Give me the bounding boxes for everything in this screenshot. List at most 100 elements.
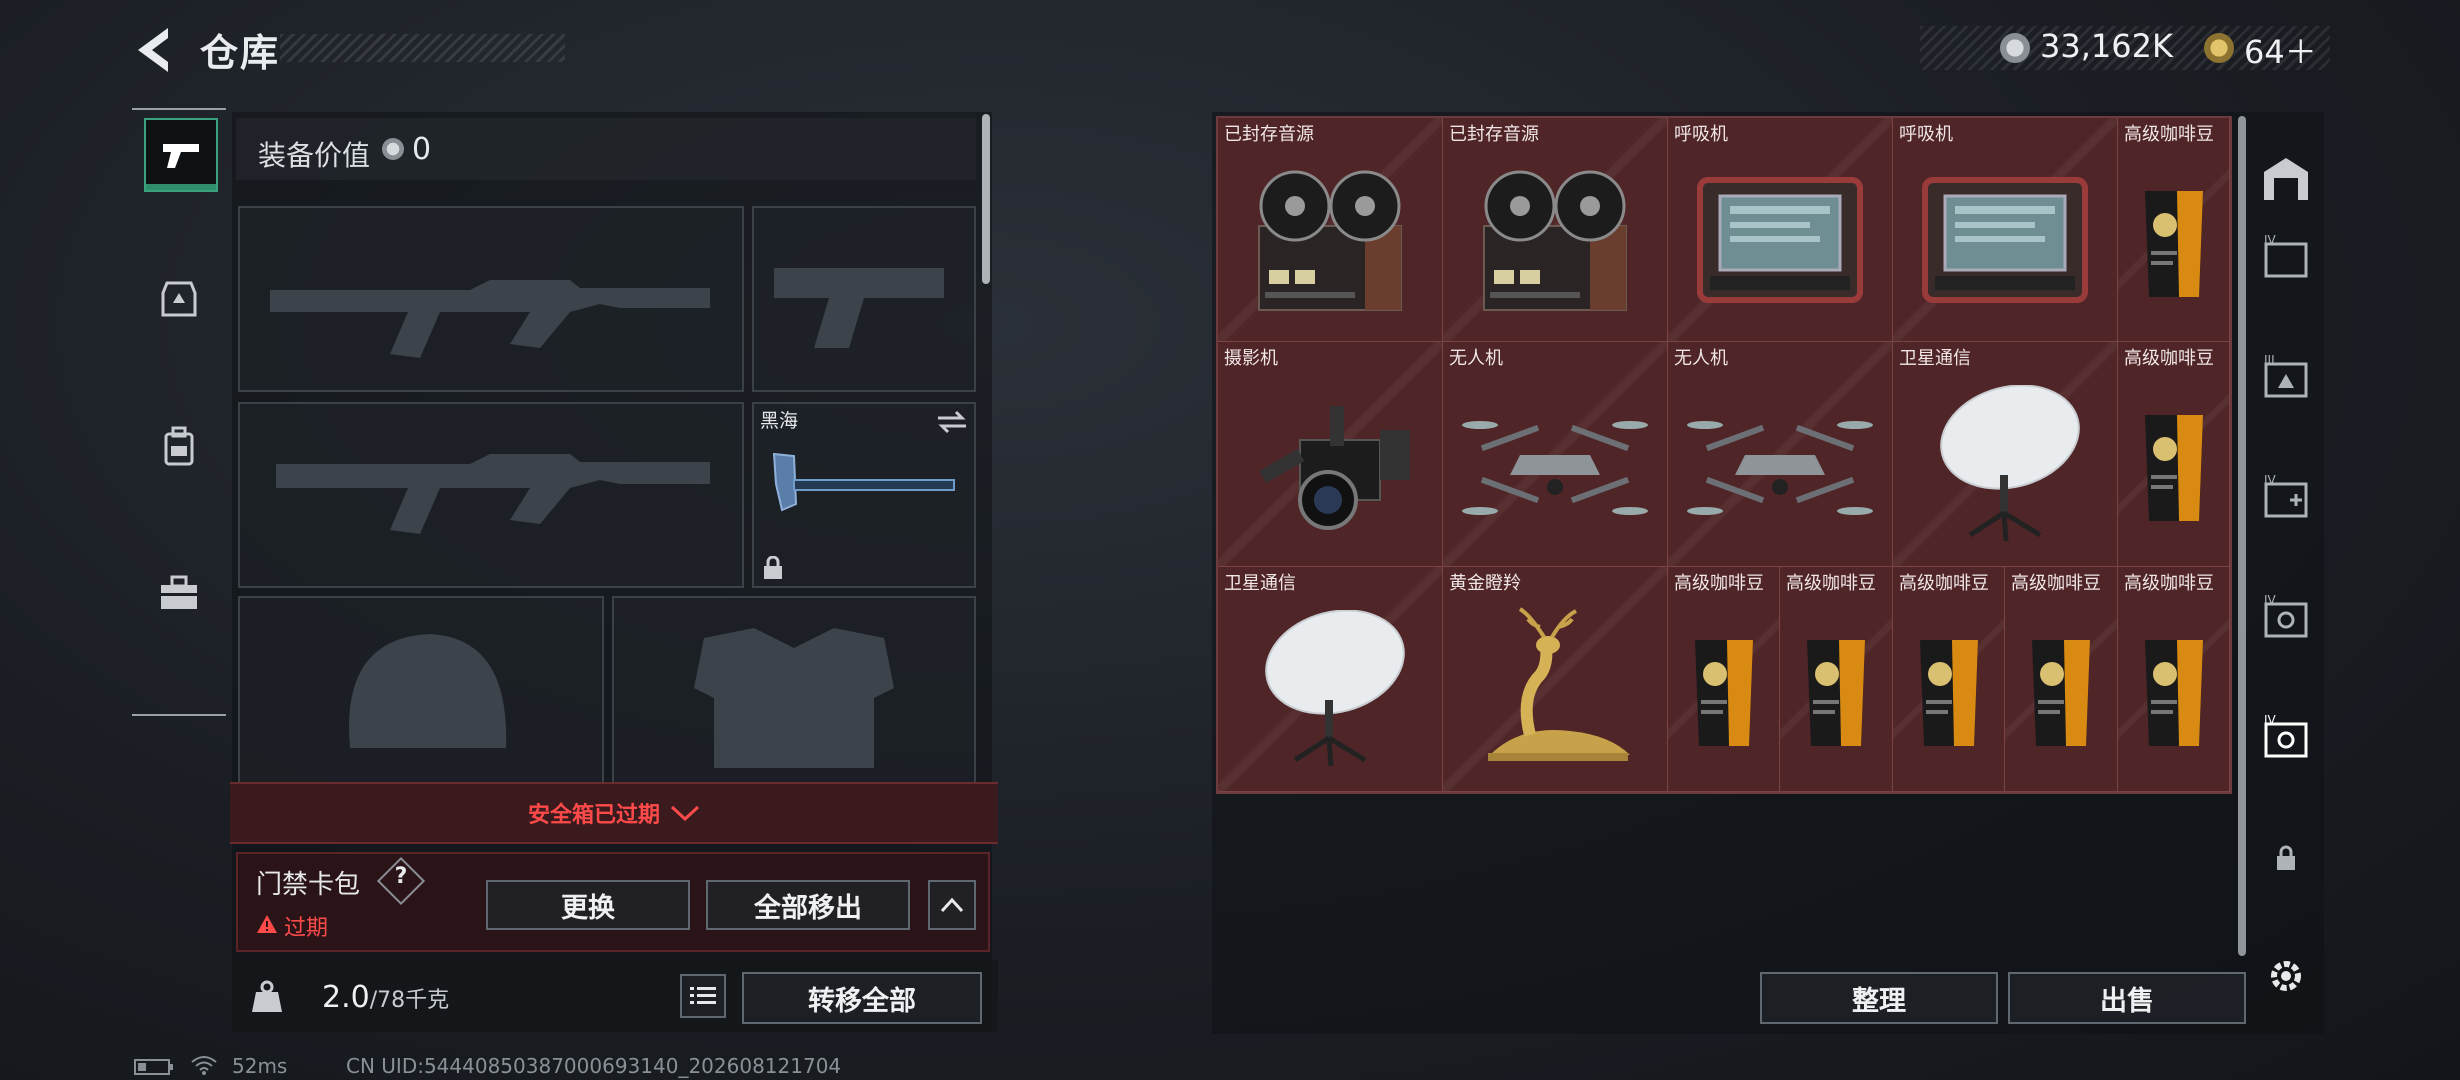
silver-coin-icon — [382, 138, 404, 160]
collapse-button[interactable] — [928, 880, 976, 930]
pistol-icon — [163, 144, 199, 168]
sell-button[interactable]: 出售 — [2008, 972, 2246, 1024]
axe-icon — [772, 452, 955, 512]
tab-armor[interactable] — [144, 264, 214, 334]
replace-button[interactable]: 更换 — [486, 880, 690, 930]
satellite-dish-icon — [1893, 368, 2117, 562]
list-view-button[interactable] — [680, 974, 726, 1018]
coffee-bag-icon — [1668, 593, 1779, 787]
grid-item[interactable]: 黄金瞪羚 — [1443, 567, 1668, 792]
chevron-up-icon — [940, 897, 964, 913]
rifle-silhouette-icon — [276, 454, 710, 534]
swap-icon[interactable] — [936, 410, 968, 434]
grid-item-label: 高级咖啡豆 — [2124, 348, 2214, 369]
grid-item[interactable]: 无人机 — [1443, 342, 1668, 567]
coffee-bag-icon — [2118, 593, 2229, 787]
grid-item[interactable]: 无人机 — [1668, 342, 1893, 567]
grid-item[interactable]: 高级咖啡豆 — [2005, 567, 2118, 792]
grid-item-label: 卫星通信 — [1899, 348, 1971, 369]
storage-gear-icon: IV — [2264, 594, 2308, 638]
remove-all-button[interactable]: 全部移出 — [706, 880, 910, 930]
warning-icon — [257, 915, 277, 933]
armor-icon — [161, 281, 197, 317]
grid-item[interactable]: 摄影机 — [1218, 342, 1443, 567]
secondary-weapon-slot[interactable] — [238, 402, 744, 588]
loadout-scrollbar[interactable] — [982, 114, 990, 284]
svg-text:IV: IV — [2264, 594, 2277, 607]
storage-crate-icon: IV — [2264, 234, 2308, 278]
expired-banner-text: 安全箱已过期 — [527, 803, 660, 828]
warehouse-icon — [2264, 158, 2308, 200]
coffee-bag-icon — [2118, 368, 2229, 562]
weight-max: /78千克 — [369, 988, 450, 1013]
melee-slot[interactable]: 黑海 — [752, 402, 976, 588]
card-pack-label: 门禁卡包 — [256, 870, 361, 900]
backpack-icon — [164, 426, 194, 466]
grid-item-label: 高级咖啡豆 — [2124, 124, 2214, 145]
gold-coin-icon — [2204, 33, 2234, 63]
reel-recorder-icon — [1443, 144, 1667, 337]
grid-item-label: 卫星通信 — [1224, 573, 1296, 594]
grid-item[interactable]: 高级咖啡豆 — [1668, 567, 1780, 792]
primary-weapon-slot[interactable] — [238, 206, 744, 392]
tab-storage-5-active[interactable]: IV — [2254, 706, 2318, 770]
grid-item-label: 高级咖啡豆 — [2011, 573, 2101, 594]
body-armor-slot[interactable] — [612, 596, 976, 786]
page-title: 仓库 — [200, 31, 281, 75]
help-icon[interactable]: ? — [388, 864, 414, 889]
grid-item[interactable]: 高级咖啡豆 — [1893, 567, 2005, 792]
grid-item-label: 高级咖啡豆 — [1899, 573, 1989, 594]
toolbox-icon — [161, 575, 197, 609]
grid-item[interactable]: 呼吸机 — [1893, 118, 2118, 342]
ventilator-icon — [1893, 144, 2117, 337]
grid-item[interactable]: 卫星通信 — [1893, 342, 2118, 567]
tab-backpack[interactable] — [144, 412, 214, 482]
title-decoration — [280, 34, 565, 62]
grid-item[interactable]: 呼吸机 — [1668, 118, 1893, 342]
currency-secondary[interactable]: 64＋ — [2244, 27, 2317, 73]
coffee-bag-icon — [1893, 593, 2004, 787]
melee-name: 黑海 — [760, 410, 799, 432]
vest-silhouette-icon — [694, 628, 894, 768]
grid-item[interactable]: 高级咖啡豆 — [2118, 118, 2230, 342]
access-card-pack: 门禁卡包 ? 过期 更换 全部移出 — [236, 852, 990, 952]
tab-case[interactable] — [144, 558, 214, 628]
golden-gazelle-icon — [1443, 593, 1667, 787]
currency-primary: 33,162K — [2040, 27, 2173, 65]
svg-text:IV: IV — [2264, 474, 2277, 487]
grid-item[interactable]: 已封存音源 — [1443, 118, 1668, 342]
equipment-value: 0 — [412, 132, 432, 167]
helmet-slot[interactable] — [238, 596, 604, 786]
reel-recorder-icon — [1218, 144, 1442, 337]
sidearm-slot[interactable] — [752, 206, 976, 392]
tab-storage-4[interactable]: IV — [2254, 586, 2318, 650]
warehouse-scrollbar[interactable] — [2238, 116, 2246, 956]
grid-item-label: 无人机 — [1674, 348, 1728, 369]
safe-box-expired-banner[interactable]: 安全箱已过期 — [230, 782, 998, 844]
list-icon — [690, 987, 716, 1004]
grid-item[interactable]: 卫星通信 — [1218, 567, 1443, 792]
tab-storage-3[interactable]: IV — [2254, 466, 2318, 530]
satellite-dish-icon — [1218, 593, 1442, 787]
grid-item[interactable]: 已封存音源 — [1218, 118, 1443, 342]
transfer-all-button[interactable]: 转移全部 — [742, 972, 982, 1024]
grid-item[interactable]: 高级咖啡豆 — [1780, 567, 1893, 792]
grid-item[interactable]: 高级咖啡豆 — [2118, 567, 2230, 792]
weight-current: 2.0/78千克 — [322, 980, 450, 1015]
tab-storage-1[interactable]: IV — [2254, 226, 2318, 290]
wifi-icon — [191, 1056, 217, 1075]
sort-button[interactable]: 整理 — [1760, 972, 1998, 1024]
tab-locked[interactable] — [2254, 826, 2318, 890]
tab-storage-2[interactable]: III — [2254, 346, 2318, 410]
grid-item-label: 摄影机 — [1224, 348, 1278, 369]
lock-icon — [2277, 845, 2295, 870]
tab-weapons[interactable] — [144, 118, 218, 192]
settings-button[interactable] — [2254, 944, 2318, 1008]
tab-warehouse-home[interactable] — [2254, 146, 2318, 210]
pistol-silhouette-icon — [774, 268, 944, 348]
back-button[interactable] — [130, 22, 180, 78]
storage-armor-icon: III — [2264, 354, 2308, 398]
warehouse-grid: 已封存音源 已封存音源 呼吸机 呼吸机 高级咖啡豆 摄影机 无人机 无人机 卫星通信 高级咖啡豆卫… — [1216, 116, 2232, 794]
grid-item[interactable]: 高级咖啡豆 — [2118, 342, 2230, 567]
ventilator-icon — [1668, 144, 1892, 337]
